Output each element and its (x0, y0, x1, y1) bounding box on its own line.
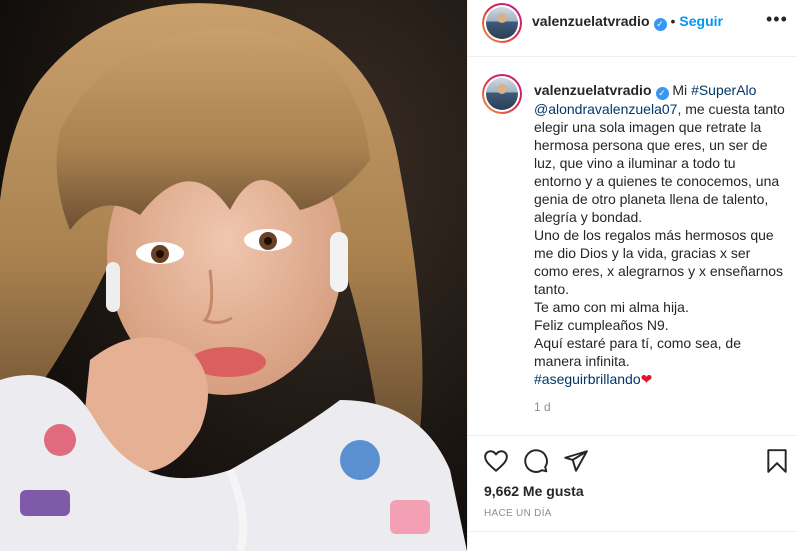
caption-prefix: Mi (672, 82, 692, 98)
verified-badge-icon: ✓ (655, 87, 669, 100)
more-options-icon[interactable]: ••• (766, 10, 787, 32)
caption-paragraph-2: Uno de los regalos más hermosos que me d… (534, 227, 784, 297)
heart-icon[interactable] (483, 448, 509, 474)
comment-icon[interactable] (523, 448, 549, 474)
post-actions: 9,662 Me gusta HACE UN DÍA (468, 435, 797, 551)
caption-paragraph-3: Te amo con mi alma hija. (534, 299, 689, 315)
post-side-panel: valenzuelatvradio ✓ • Seguir ••• valenzuela… (467, 0, 797, 551)
caption-paragraph-5: Aquí estaré para tí, como sea, de manera… (534, 335, 742, 369)
hashtag-aseguirbrillando[interactable]: #aseguirbrillando (534, 371, 641, 387)
post-header: valenzuelatvradio ✓ • Seguir ••• (468, 0, 797, 57)
caption-paragraph-1: , me cuesta tanto elegir una sola imagen… (534, 101, 785, 225)
author-avatar[interactable] (482, 3, 522, 43)
verified-badge-icon: ✓ (653, 18, 667, 31)
post-photo[interactable] (0, 0, 467, 551)
follow-button[interactable]: Seguir (679, 13, 723, 29)
comments-section: valenzuelatvradio ✓ Mi #SuperAlo @alondra… (468, 57, 797, 435)
caption-username[interactable]: valenzuelatvradio (534, 82, 652, 98)
author-info: valenzuelatvradio ✓ • Seguir (532, 13, 723, 31)
caption-author-avatar[interactable] (482, 74, 522, 114)
hashtag-superalo[interactable]: #SuperAlo (691, 82, 756, 98)
heart-emoji-icon: ❤ (640, 371, 653, 387)
author-username[interactable]: valenzuelatvradio (532, 13, 650, 29)
caption-paragraph-4: Feliz cumpleaños N9. (534, 317, 669, 333)
bookmark-icon[interactable] (764, 448, 790, 474)
caption-time[interactable]: 1 d (534, 400, 551, 414)
post-image (0, 0, 467, 551)
add-comment-area[interactable] (468, 531, 797, 551)
post-caption: valenzuelatvradio ✓ Mi #SuperAlo @alondra… (534, 81, 786, 388)
mention-link[interactable]: @alondravalenzuela07 (534, 101, 677, 117)
share-icon[interactable] (563, 448, 589, 474)
likes-count[interactable]: 9,662 Me gusta (484, 483, 584, 499)
post-date[interactable]: HACE UN DÍA (484, 508, 552, 519)
dot-separator: • (670, 13, 676, 29)
